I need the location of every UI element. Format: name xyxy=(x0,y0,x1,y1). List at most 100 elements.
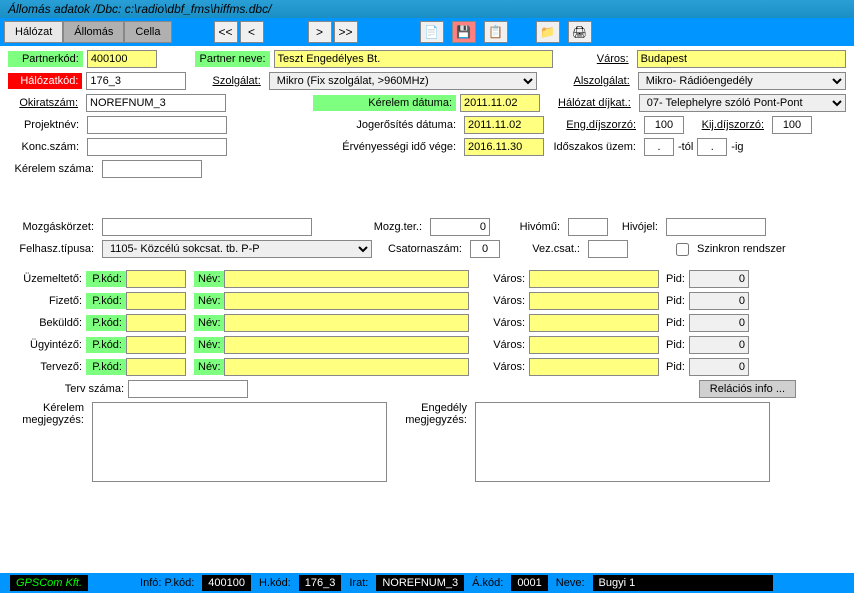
ugyintezo-varos[interactable] xyxy=(529,336,659,354)
label-pkod: P.kód: xyxy=(86,315,126,331)
label-partnernev: Partner neve: xyxy=(195,51,270,67)
label-nev: Név: xyxy=(194,315,224,331)
vezcsat-field[interactable] xyxy=(588,240,628,258)
status-akod: 0001 xyxy=(511,575,547,591)
label-jogerosites: Jogerősítés dátuma: xyxy=(315,119,460,131)
bekuldo-pid xyxy=(689,314,749,332)
uzemelteto-varos[interactable] xyxy=(529,270,659,288)
toolbar: Hálózat Állomás Cella << < > >> 📄 💾 📋 📁 … xyxy=(0,18,854,46)
label-hivomu: Hivómű: xyxy=(494,221,564,233)
mozgaskorzet-field[interactable] xyxy=(102,218,312,236)
csatornaszam-field[interactable] xyxy=(470,240,500,258)
tervszama-field[interactable] xyxy=(128,380,248,398)
szinkron-checkbox[interactable] xyxy=(676,243,689,256)
label-tervezo: Tervező: xyxy=(8,361,86,373)
koncszam-field[interactable] xyxy=(87,138,227,156)
ervenyesseg-field[interactable] xyxy=(464,138,544,156)
hivojel-field[interactable] xyxy=(666,218,766,236)
label-idoszakos: Időszakos üzem: xyxy=(548,141,640,153)
tab-allomas[interactable]: Állomás xyxy=(63,21,124,43)
kerelemdatum-field[interactable] xyxy=(460,94,540,112)
uzemelteto-pkod[interactable] xyxy=(126,270,186,288)
status-pkod: 400100 xyxy=(202,575,251,591)
label-tol: -tól xyxy=(678,141,693,153)
relacios-button[interactable]: Relációs info ... xyxy=(699,380,796,398)
halozatdijkat-select[interactable]: 07- Telephelyre szóló Pont-Pont xyxy=(639,94,846,112)
title-bar: Állomás adatok /Dbc: c:\radio\dbf_fms\hi… xyxy=(0,0,854,18)
kerelemmeg-textarea[interactable] xyxy=(92,402,387,482)
fizeto-pkod[interactable] xyxy=(126,292,186,310)
uzemelteto-pid xyxy=(689,270,749,288)
label-pid: Pid: xyxy=(659,295,689,307)
nav-prev-button[interactable]: < xyxy=(240,21,264,43)
label-pkod: P.kód: xyxy=(86,359,126,375)
felhasztipusa-select[interactable]: 1105- Közcélú sokcsat. tb. P-P xyxy=(102,240,372,258)
kerelemszama-field[interactable] xyxy=(102,160,202,178)
engedelymeg-textarea[interactable] xyxy=(475,402,770,482)
partnerkod-field[interactable] xyxy=(87,50,157,68)
label-pid: Pid: xyxy=(659,273,689,285)
nav-first-button[interactable]: << xyxy=(214,21,238,43)
alszolgalat-select[interactable]: Mikro- Rádióengedély xyxy=(638,72,846,90)
halozatkod-field[interactable] xyxy=(86,72,186,90)
gps-label: GPSCom Kft. xyxy=(10,575,88,591)
label-uzemelteto: Üzemeltető: xyxy=(8,273,86,285)
uzemelteto-nev[interactable] xyxy=(224,270,469,288)
status-hkod-label: H.kód: xyxy=(255,577,295,589)
bekuldo-nev[interactable] xyxy=(224,314,469,332)
fizeto-varos[interactable] xyxy=(529,292,659,310)
mozgter-field[interactable] xyxy=(430,218,490,236)
varos-field[interactable] xyxy=(637,50,846,68)
edit-icon[interactable]: 📋 xyxy=(484,21,508,43)
hivomu-field[interactable] xyxy=(568,218,608,236)
label-pkod: P.kód: xyxy=(86,293,126,309)
status-neve: Bugyi 1 xyxy=(593,575,773,591)
tervezo-pkod[interactable] xyxy=(126,358,186,376)
label-nev: Név: xyxy=(194,359,224,375)
label-varos2: Város: xyxy=(469,295,529,307)
partnernev-field[interactable] xyxy=(274,50,553,68)
new-icon[interactable]: 📄 xyxy=(420,21,444,43)
kijdij-field[interactable] xyxy=(772,116,812,134)
engdij-field[interactable] xyxy=(644,116,684,134)
projektnev-field[interactable] xyxy=(87,116,227,134)
label-csatornaszam: Csatornaszám: xyxy=(376,243,466,255)
szolgalat-select[interactable]: Mikro (Fix szolgálat, >960MHz) xyxy=(269,72,537,90)
label-tervszama: Terv száma: xyxy=(8,383,128,395)
label-mozgaskorzet: Mozgáskörzet: xyxy=(8,221,98,233)
nav-next-button[interactable]: > xyxy=(308,21,332,43)
bekuldo-varos[interactable] xyxy=(529,314,659,332)
jogerosites-field[interactable] xyxy=(464,116,544,134)
label-varos2: Város: xyxy=(469,273,529,285)
idoszakos1-field[interactable] xyxy=(644,138,674,156)
label-varos2: Város: xyxy=(469,339,529,351)
content: Partnerkód: Partner neve: Város: Hálózat… xyxy=(0,46,854,573)
tervezo-varos[interactable] xyxy=(529,358,659,376)
label-vezcsat: Vez.csat.: xyxy=(504,243,584,255)
label-kijdij: Kij.díjszorzó: xyxy=(688,119,768,131)
idoszakos2-field[interactable] xyxy=(697,138,727,156)
bekuldo-pkod[interactable] xyxy=(126,314,186,332)
ugyintezo-pkod[interactable] xyxy=(126,336,186,354)
okiratszam-field[interactable] xyxy=(86,94,226,112)
status-irat: NOREFNUM_3 xyxy=(376,575,464,591)
label-varos: Város: xyxy=(557,53,633,65)
save-icon[interactable]: 💾 xyxy=(452,21,476,43)
folder-icon[interactable]: 📁 xyxy=(536,21,560,43)
label-engdij: Eng.díjszorzó: xyxy=(548,119,640,131)
print-icon[interactable]: 🖨 xyxy=(568,21,592,43)
label-hivojel: Hivójel: xyxy=(612,221,662,233)
tab-halozat[interactable]: Hálózat xyxy=(4,21,63,43)
tabs: Hálózat Állomás Cella xyxy=(4,21,172,43)
label-bekuldo: Beküldő: xyxy=(8,317,86,329)
ugyintezo-nev[interactable] xyxy=(224,336,469,354)
label-kerelemmeg: Kérelem megjegyzés: xyxy=(8,402,88,426)
label-pid: Pid: xyxy=(659,339,689,351)
tab-cella[interactable]: Cella xyxy=(124,21,171,43)
label-varos2: Város: xyxy=(469,361,529,373)
tervezo-nev[interactable] xyxy=(224,358,469,376)
fizeto-nev[interactable] xyxy=(224,292,469,310)
label-felhasztipusa: Felhasz.típusa: xyxy=(8,243,98,255)
nav-last-button[interactable]: >> xyxy=(334,21,358,43)
status-neve-label: Neve: xyxy=(552,577,589,589)
